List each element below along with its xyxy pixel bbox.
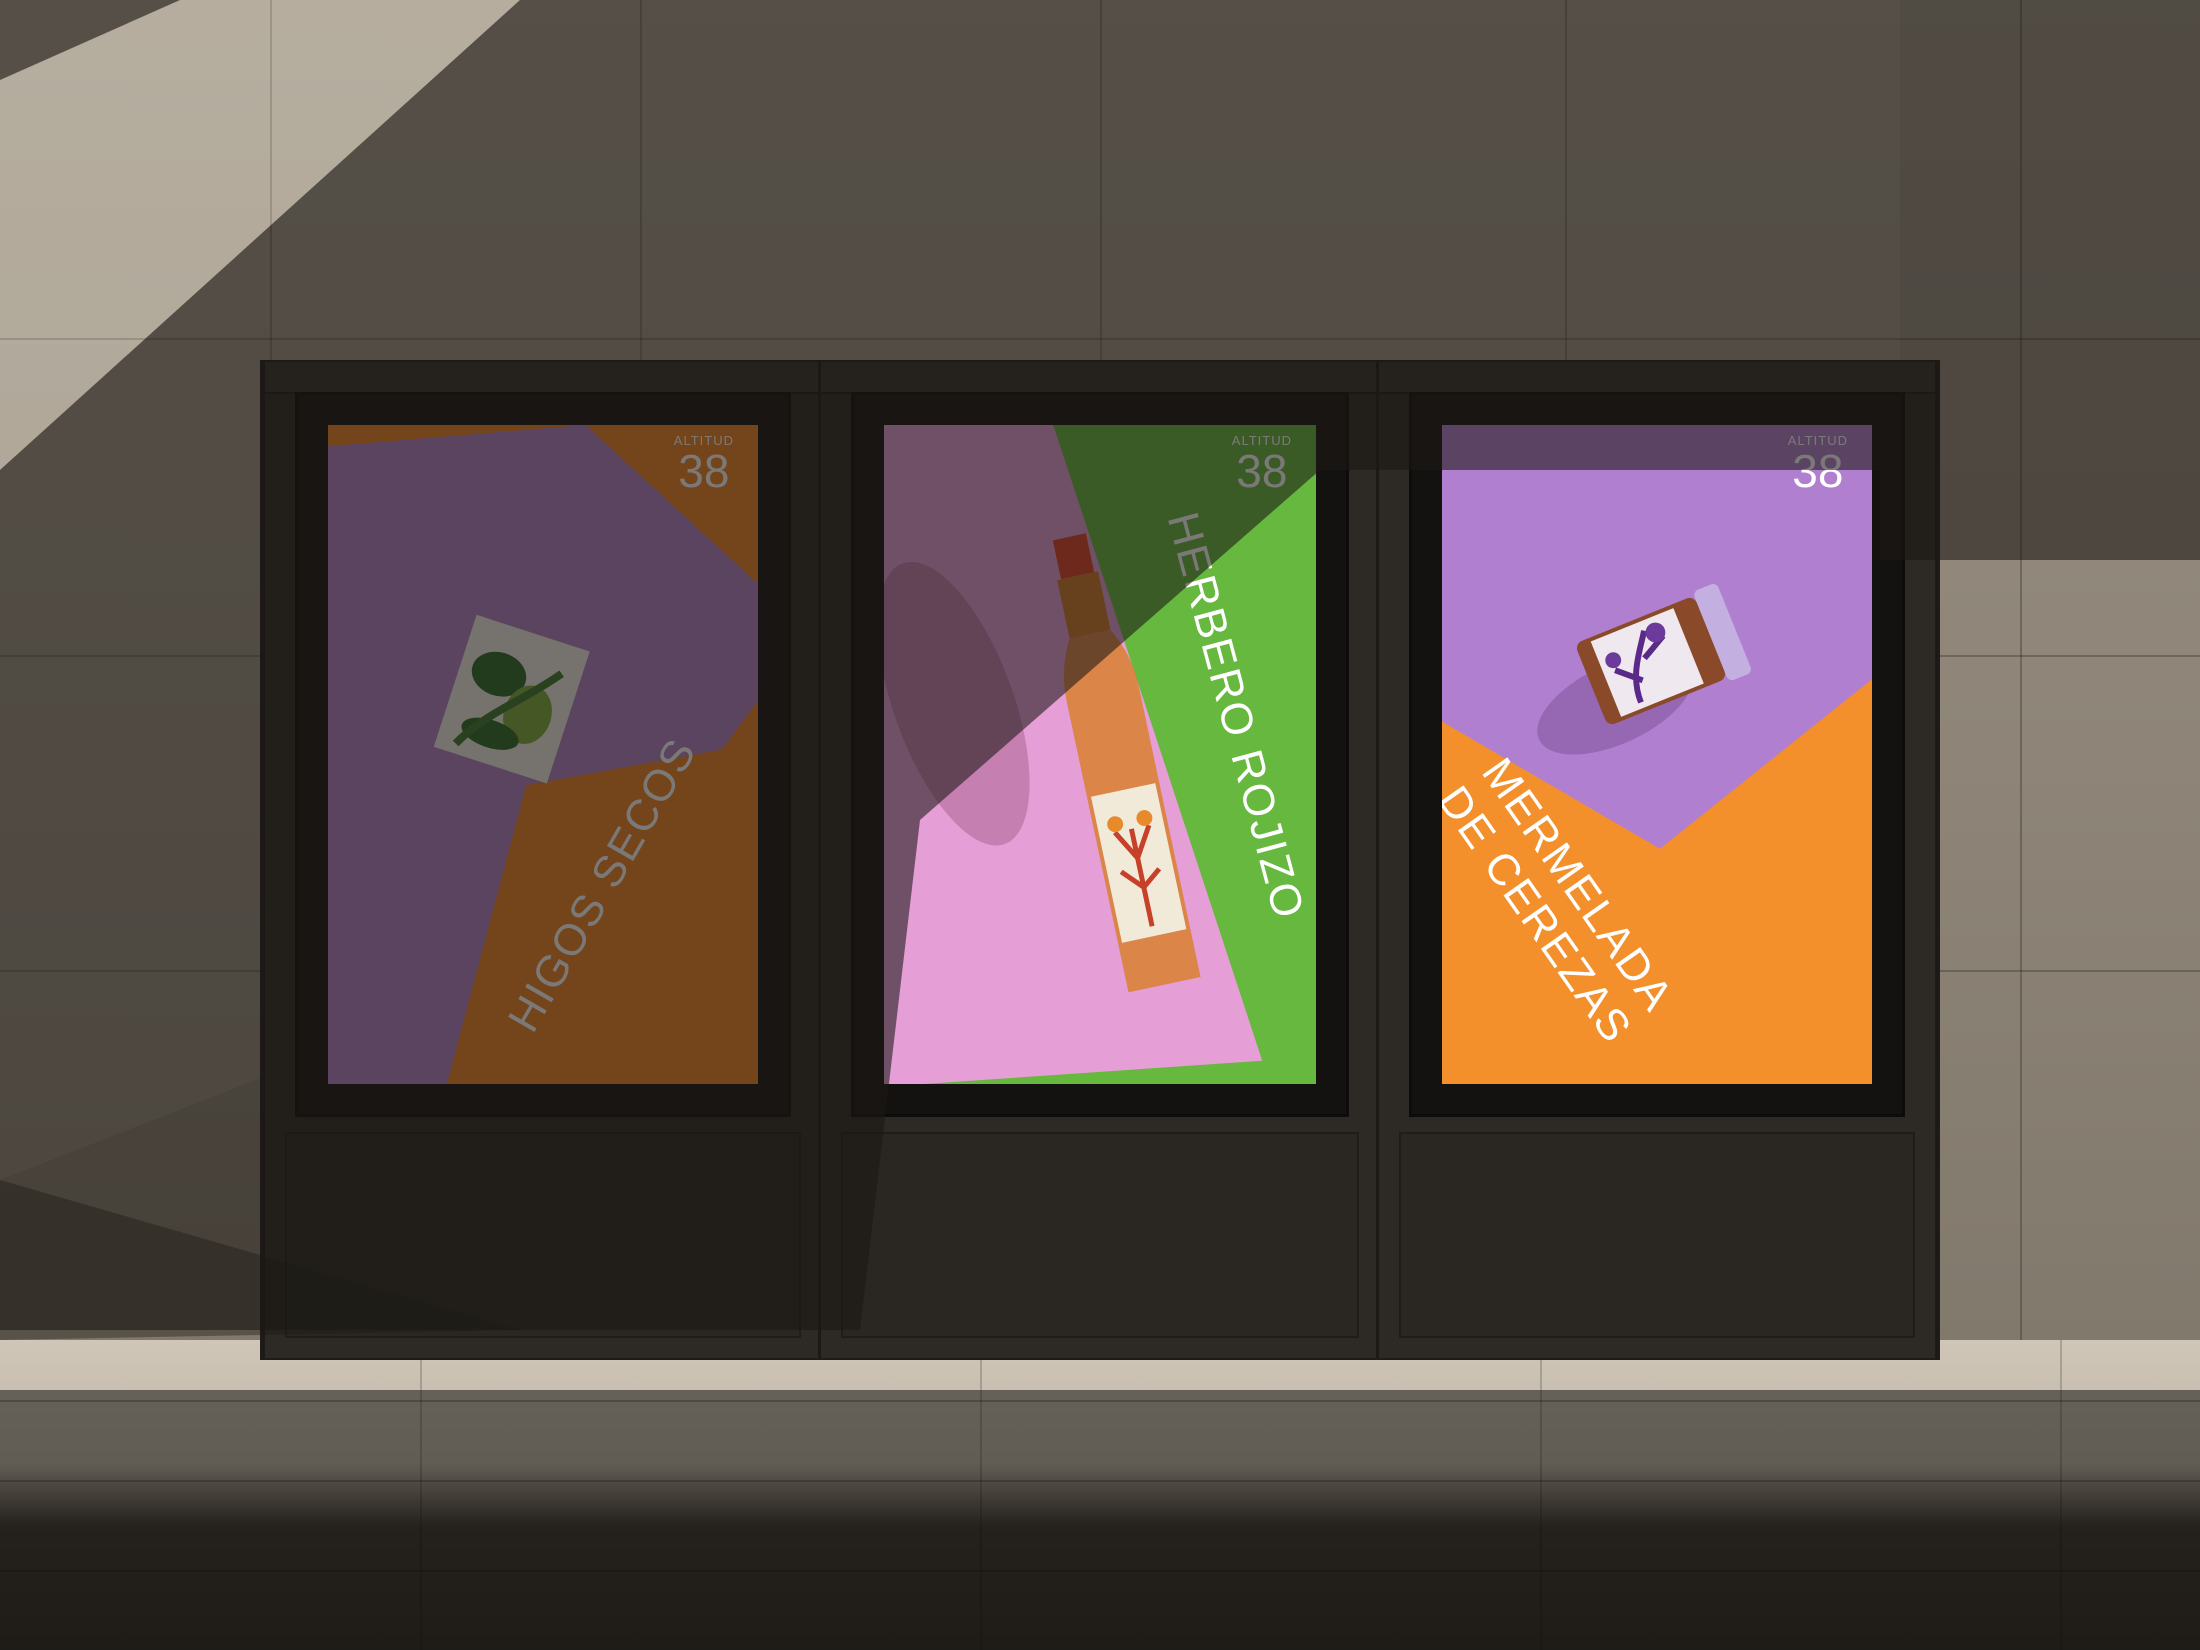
cabinet-lower-panel xyxy=(841,1132,1359,1338)
poster-mermelada-de-cerezas: ALTITUD 38 MERMELADA DE CEREZAS xyxy=(1442,425,1872,1084)
cabinet-lower-panel xyxy=(1399,1132,1915,1338)
brand-mark: ALTITUD 38 xyxy=(1232,433,1292,494)
display-unit-2: ALTITUD 38 HERBERO ROJIZO xyxy=(818,362,1382,1358)
brand-mark: ALTITUD 38 xyxy=(674,433,734,494)
display-unit-1: ALTITUD 38 HIGOS SECOS xyxy=(262,362,824,1358)
poster-cabinet: ALTITUD 38 HIGOS SECOS ALTITUD 38 HERBER… xyxy=(262,362,1938,1358)
display-unit-3: ALTITUD 38 MERMELADA DE CEREZAS xyxy=(1376,362,1938,1358)
poster-frame-1: ALTITUD 38 HIGOS SECOS xyxy=(295,392,791,1117)
brand-number: 38 xyxy=(1236,445,1288,497)
poster-higos-secos: ALTITUD 38 HIGOS SECOS xyxy=(328,425,758,1084)
poster-frame-2: ALTITUD 38 HERBERO ROJIZO xyxy=(851,392,1349,1117)
scene: ALTITUD 38 HIGOS SECOS ALTITUD 38 HERBER… xyxy=(0,0,2200,1650)
brand-number: 38 xyxy=(1792,445,1844,497)
poster-herbero-rojizo: ALTITUD 38 HERBERO ROJIZO xyxy=(884,425,1316,1084)
poster-frame-3: ALTITUD 38 MERMELADA DE CEREZAS xyxy=(1409,392,1905,1117)
brand-mark: ALTITUD 38 xyxy=(1788,433,1848,494)
cabinet-lower-panel xyxy=(285,1132,801,1338)
pavement xyxy=(0,1340,2200,1650)
brand-number: 38 xyxy=(678,445,730,497)
